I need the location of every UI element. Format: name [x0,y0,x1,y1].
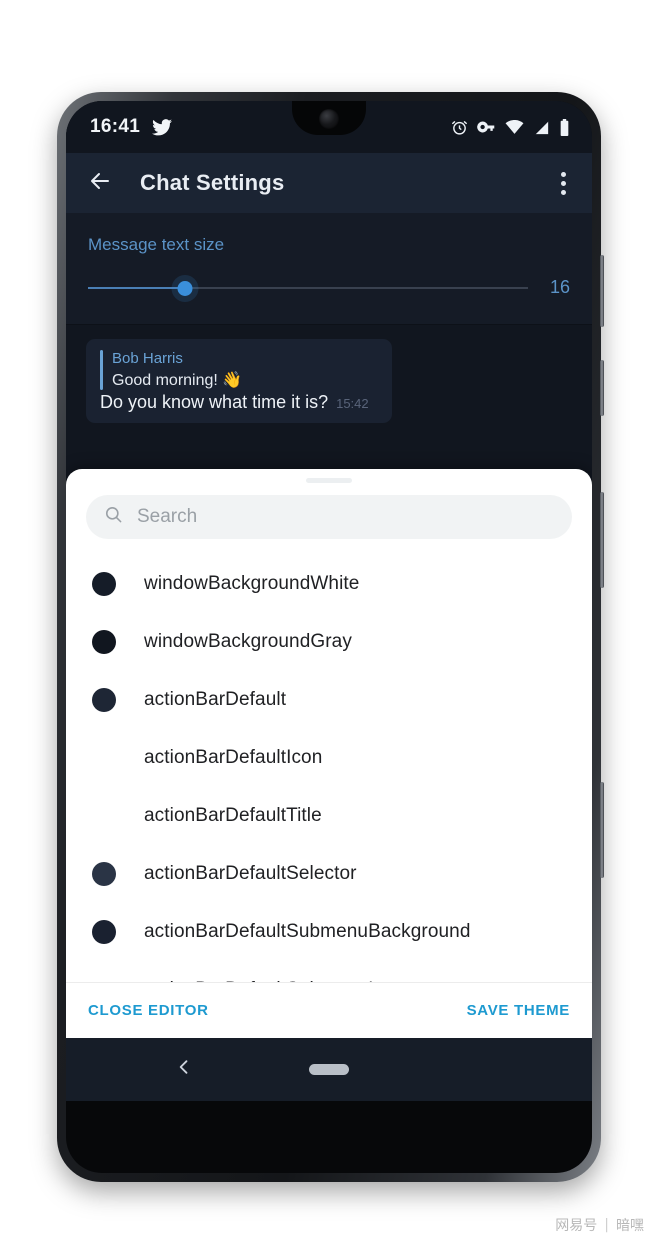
search-area [66,483,592,549]
slider-fill [88,286,185,289]
dot [561,180,566,186]
color-swatch-icon[interactable] [92,572,116,596]
color-swatch-slot [92,630,144,654]
color-key-label: actionBarDefaultTitle [144,805,322,826]
app-bar: Chat Settings [66,153,592,213]
reply-accent-bar [100,350,103,390]
theme-color-row[interactable]: actionBarDefaultSubmenuItem [66,961,592,982]
color-swatch-slot [92,920,144,944]
theme-color-row[interactable]: actionBarDefaultSelector [66,845,592,903]
vpn-key-icon [477,120,496,134]
nav-back-icon[interactable] [174,1057,194,1082]
camera-notch [292,101,366,135]
theme-color-row[interactable]: actionBarDefault [66,671,592,729]
more-options-icon[interactable] [555,166,572,201]
chat-bubble[interactable]: Bob Harris Good morning! 👋 Do you know w… [86,339,392,423]
search-input[interactable] [137,506,554,528]
theme-color-row[interactable]: windowBackgroundGray [66,613,592,671]
save-theme-button[interactable]: SAVE THEME [467,1002,570,1019]
color-key-label: windowBackgroundWhite [144,573,360,594]
color-swatch-slot [92,862,144,886]
theme-color-row[interactable]: actionBarDefaultTitle [66,787,592,845]
color-swatch-icon[interactable] [92,920,116,944]
watermark-brand: 网易号 [555,1218,598,1234]
color-key-label: actionBarDefaultSelector [144,863,357,884]
slider-thumb[interactable] [177,280,193,296]
page-title: Chat Settings [140,170,285,195]
sheet-action-bar: CLOSE EDITOR SAVE THEME [66,982,592,1038]
wifi-icon [505,119,524,135]
color-swatch-slot [92,688,144,712]
twitter-icon [152,118,173,136]
cell-signal-icon [533,119,550,135]
theme-color-row[interactable]: windowBackgroundWhite [66,555,592,613]
status-bar-clock: 16:41 [90,116,141,137]
battery-icon [559,118,570,136]
watermark: 网易号 | 暗嘿 [555,1215,644,1235]
side-button-3[interactable] [600,492,604,588]
text-size-value: 16 [549,277,570,297]
message-text-size-section: Message text size 16 [66,213,592,325]
color-swatch-icon[interactable] [92,862,116,886]
side-button-1[interactable] [600,255,604,327]
theme-editor-sheet: windowBackgroundWhite windowBackgroundGra… [66,469,592,1038]
color-swatch-icon[interactable] [92,688,116,712]
color-key-label: windowBackgroundGray [144,631,352,652]
reply-quote[interactable]: Bob Harris Good morning! 👋 [100,350,378,390]
nav-home-pill[interactable] [309,1064,349,1075]
search-box[interactable] [86,495,572,539]
message-text-size-label: Message text size [88,235,225,254]
reply-author: Bob Harris [112,350,183,367]
color-swatch-icon[interactable] [92,630,116,654]
chat-preview: Bob Harris Good morning! 👋 Do you know w… [66,325,592,445]
close-editor-button[interactable]: CLOSE EDITOR [88,1002,209,1019]
theme-color-row[interactable]: actionBarDefaultIcon [66,729,592,787]
color-key-label: actionBarDefaultIcon [144,747,323,768]
dot [561,171,566,177]
app-screen: 16:41 Chat Settings Message text size 16… [66,101,592,1101]
theme-color-list[interactable]: windowBackgroundWhite windowBackgroundGra… [66,549,592,982]
color-key-label: actionBarDefaultSubmenuBackground [144,921,471,942]
color-key-label: actionBarDefault [144,689,287,710]
screenshot-canvas: 16:41 Chat Settings Message text size 16… [0,0,658,1249]
watermark-account: 暗嘿 [616,1218,644,1234]
dot [561,189,566,195]
back-arrow-icon[interactable] [88,169,112,198]
message-timestamp: 15:42 [336,396,369,411]
phone-device-frame: 16:41 Chat Settings Message text size 16… [57,92,604,1182]
reply-text: Good morning! 👋 [112,372,243,389]
side-button-4[interactable] [600,782,604,878]
search-icon [104,505,123,529]
text-size-slider[interactable] [88,279,528,297]
system-nav-bar [66,1038,592,1101]
message-text: Do you know what time it is? [100,392,329,412]
color-swatch-slot [92,572,144,596]
front-camera-icon [319,109,339,129]
alarm-icon [451,119,468,136]
status-bar-icons [451,118,570,136]
side-button-2[interactable] [600,360,604,416]
phone-screen-bezel: 16:41 Chat Settings Message text size 16… [66,101,592,1173]
watermark-separator: | [604,1217,609,1233]
reply-content: Bob Harris Good morning! 👋 [112,350,242,390]
theme-color-row[interactable]: actionBarDefaultSubmenuBackground [66,903,592,961]
text-size-slider-row: 16 [88,277,570,298]
